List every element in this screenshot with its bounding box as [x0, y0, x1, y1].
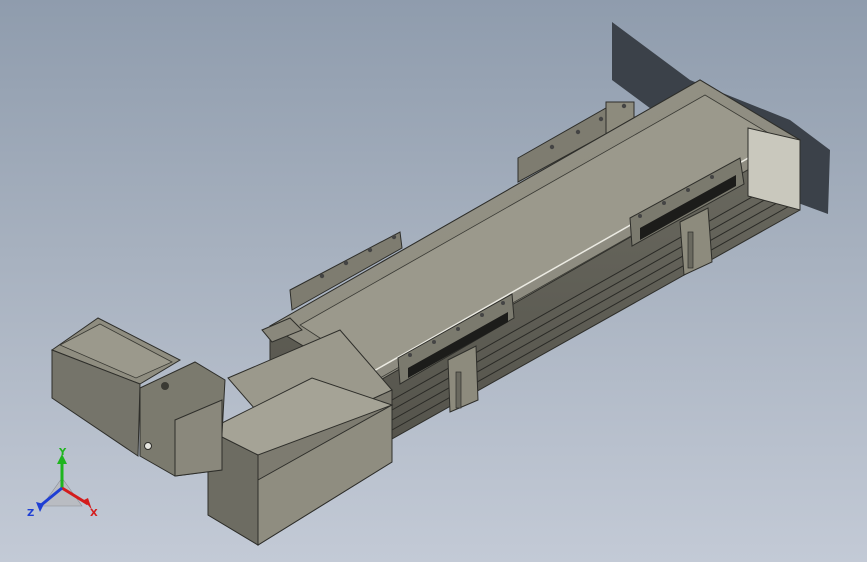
end-cap-right [747, 127, 801, 211]
3d-viewport[interactable]: Y X Z [0, 0, 867, 562]
y-axis-label: Y [58, 448, 67, 458]
coupling-flange [139, 361, 226, 477]
linear-actuator-model[interactable] [0, 0, 867, 562]
drive-housing [206, 329, 394, 546]
axis-triad: Y X Z [27, 448, 98, 519]
x-axis-label: X [90, 508, 98, 519]
z-axis-label: Z [27, 508, 34, 519]
